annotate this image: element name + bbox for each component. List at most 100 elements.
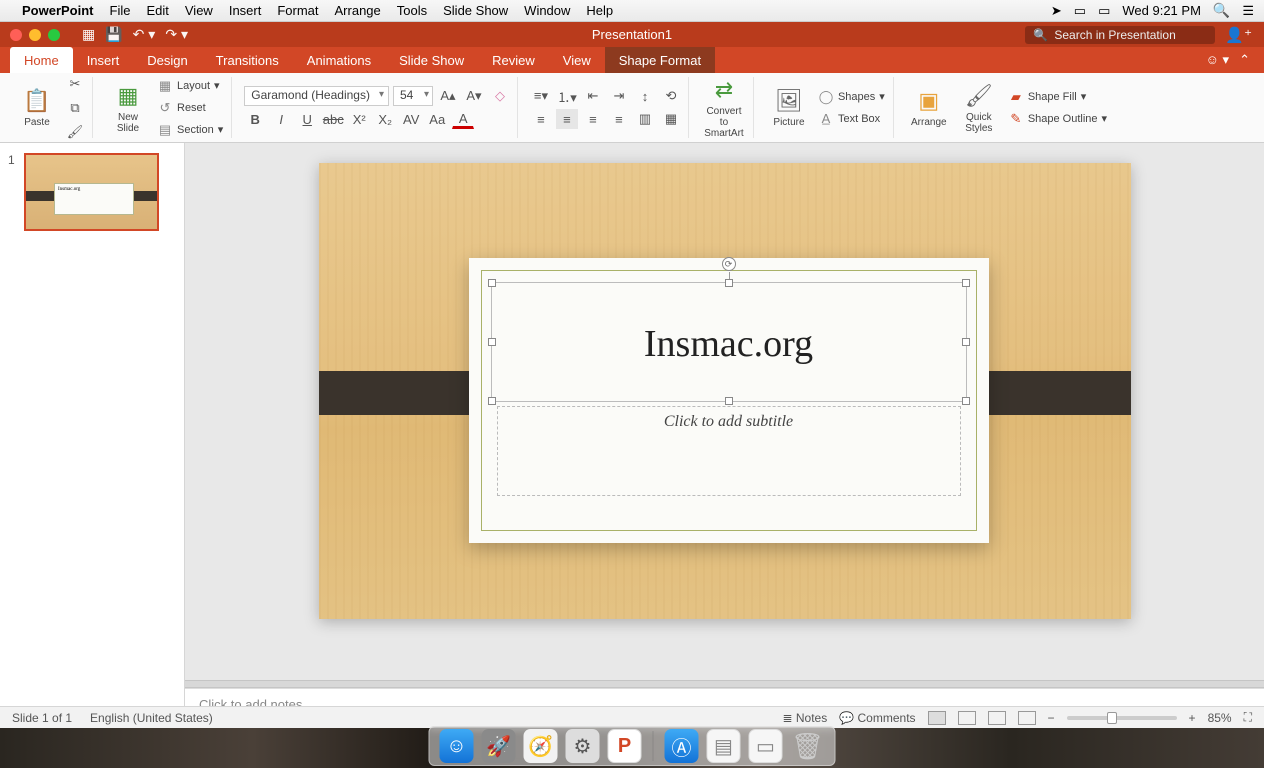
picture-button[interactable]: 🖼 Picture bbox=[766, 77, 812, 139]
qat-redo-icon[interactable]: ↷ ▾ bbox=[165, 26, 188, 43]
menu-edit[interactable]: Edit bbox=[146, 3, 168, 18]
dock-trash-icon[interactable]: 🗑 bbox=[791, 729, 825, 763]
subscript-button[interactable]: X₂ bbox=[374, 109, 396, 129]
zoom-slider[interactable] bbox=[1067, 716, 1177, 720]
language-status[interactable]: English (United States) bbox=[90, 711, 213, 725]
cursor-icon[interactable]: ➤ bbox=[1051, 3, 1062, 19]
strikethrough-button[interactable]: abc bbox=[322, 109, 344, 129]
bullets-button[interactable]: ≡▾ bbox=[530, 86, 552, 106]
resize-handle-tm[interactable] bbox=[725, 279, 733, 287]
zoom-level[interactable]: 85% bbox=[1208, 711, 1232, 725]
notification-center-icon[interactable]: ☰ bbox=[1242, 3, 1254, 19]
font-size-select[interactable]: 54 bbox=[393, 86, 433, 106]
dock-finder-icon[interactable]: ☺ bbox=[440, 729, 474, 763]
share-button[interactable]: 👤⁺ bbox=[1225, 26, 1252, 44]
menu-window[interactable]: Window bbox=[524, 3, 570, 18]
dock-launchpad-icon[interactable]: 🚀 bbox=[482, 729, 516, 763]
superscript-button[interactable]: X² bbox=[348, 109, 370, 129]
menu-insert[interactable]: Insert bbox=[229, 3, 262, 18]
decrease-indent-button[interactable]: ⇤ bbox=[582, 86, 604, 106]
clock[interactable]: Wed 9:21 PM bbox=[1122, 3, 1201, 18]
align-text-button[interactable]: ▦ bbox=[660, 109, 682, 129]
dock-settings-icon[interactable]: ⚙ bbox=[566, 729, 600, 763]
align-right-button[interactable]: ≡ bbox=[582, 109, 604, 129]
menu-file[interactable]: File bbox=[110, 3, 131, 18]
normal-view-button[interactable] bbox=[928, 711, 946, 725]
shape-outline-button[interactable]: ✎Shape Outline ▾ bbox=[1006, 110, 1109, 128]
feedback-icon[interactable]: ☺ ▾ bbox=[1206, 52, 1229, 68]
sorter-view-button[interactable] bbox=[958, 711, 976, 725]
copy-button[interactable]: ⧉ bbox=[64, 98, 86, 118]
arrange-button[interactable]: ▣ Arrange bbox=[906, 77, 952, 139]
menu-view[interactable]: View bbox=[185, 3, 213, 18]
menu-help[interactable]: Help bbox=[586, 3, 613, 18]
shapes-button[interactable]: ◯Shapes ▾ bbox=[816, 88, 887, 106]
close-window-button[interactable] bbox=[10, 29, 22, 41]
title-placeholder[interactable]: ⟳ Insmac.org bbox=[497, 288, 961, 396]
resize-handle-mr[interactable] bbox=[962, 338, 970, 346]
convert-smartart-button[interactable]: ⇄ Convert to SmartArt bbox=[701, 77, 747, 139]
font-color-button[interactable]: A bbox=[452, 109, 474, 129]
qat-view-icon[interactable]: ▦ bbox=[82, 26, 95, 43]
tab-insert[interactable]: Insert bbox=[73, 47, 134, 73]
dock-appstore-icon[interactable]: Ⓐ bbox=[665, 729, 699, 763]
tab-design[interactable]: Design bbox=[133, 47, 201, 73]
change-case-button[interactable]: Aa bbox=[426, 109, 448, 129]
align-left-button[interactable]: ≡ bbox=[530, 109, 552, 129]
font-name-select[interactable]: Garamond (Headings) bbox=[244, 86, 389, 106]
menu-arrange[interactable]: Arrange bbox=[335, 3, 381, 18]
dock-document-icon[interactable]: ▤ bbox=[707, 729, 741, 763]
layout-button[interactable]: ▦Layout ▾ bbox=[155, 77, 225, 95]
character-spacing-button[interactable]: AV bbox=[400, 109, 422, 129]
slide-thumbnail-1[interactable]: Insmac.org bbox=[24, 153, 159, 231]
slideshow-view-button[interactable] bbox=[1018, 711, 1036, 725]
comments-toggle[interactable]: 💬 Comments bbox=[839, 711, 915, 725]
qat-save-icon[interactable]: 💾 bbox=[105, 26, 122, 43]
shape-fill-button[interactable]: ▰Shape Fill ▾ bbox=[1006, 88, 1109, 106]
numbering-button[interactable]: ⒈▾ bbox=[556, 86, 578, 106]
dock-powerpoint-icon[interactable]: P bbox=[608, 729, 642, 763]
subtitle-placeholder[interactable]: Click to add subtitle bbox=[497, 406, 961, 496]
bold-button[interactable]: B bbox=[244, 109, 266, 129]
zoom-out-button[interactable]: − bbox=[1048, 711, 1055, 725]
notes-splitter[interactable] bbox=[185, 680, 1264, 688]
resize-handle-bl[interactable] bbox=[488, 397, 496, 405]
text-direction-button[interactable]: ⟲ bbox=[660, 86, 682, 106]
resize-handle-bm[interactable] bbox=[725, 397, 733, 405]
spotlight-icon[interactable]: 🔍 bbox=[1213, 2, 1230, 19]
increase-indent-button[interactable]: ⇥ bbox=[608, 86, 630, 106]
underline-button[interactable]: U bbox=[296, 109, 318, 129]
selection-frame[interactable]: ⟳ bbox=[491, 282, 967, 402]
rotate-handle[interactable]: ⟳ bbox=[722, 257, 736, 271]
resize-handle-tl[interactable] bbox=[488, 279, 496, 287]
paste-button[interactable]: 📋 Paste bbox=[14, 77, 60, 139]
tab-transitions[interactable]: Transitions bbox=[202, 47, 293, 73]
reading-view-button[interactable] bbox=[988, 711, 1006, 725]
tab-animations[interactable]: Animations bbox=[293, 47, 385, 73]
columns-button[interactable]: ▥ bbox=[634, 109, 656, 129]
resize-handle-ml[interactable] bbox=[488, 338, 496, 346]
tab-home[interactable]: Home bbox=[10, 47, 73, 73]
increase-font-button[interactable]: A▴ bbox=[437, 86, 459, 106]
tab-slideshow[interactable]: Slide Show bbox=[385, 47, 478, 73]
cut-button[interactable]: ✂ bbox=[64, 74, 86, 94]
zoom-in-button[interactable]: + bbox=[1189, 711, 1196, 725]
quick-styles-button[interactable]: 🖌 Quick Styles bbox=[956, 77, 1002, 139]
italic-button[interactable]: I bbox=[270, 109, 292, 129]
resize-handle-tr[interactable] bbox=[962, 279, 970, 287]
resize-handle-br[interactable] bbox=[962, 397, 970, 405]
slide[interactable]: ⟳ Insmac.org Click to bbox=[319, 163, 1131, 619]
dock-folder-icon[interactable]: ▭ bbox=[749, 729, 783, 763]
menu-tools[interactable]: Tools bbox=[397, 3, 427, 18]
line-spacing-button[interactable]: ↕ bbox=[634, 86, 656, 106]
decrease-font-button[interactable]: A▾ bbox=[463, 86, 485, 106]
fit-to-window-button[interactable]: ⛶ bbox=[1244, 710, 1252, 725]
collapse-ribbon-icon[interactable]: ⌃ bbox=[1239, 52, 1250, 68]
zoom-window-button[interactable] bbox=[48, 29, 60, 41]
reset-button[interactable]: ↺Reset bbox=[155, 99, 225, 117]
new-slide-button[interactable]: ▦ New Slide bbox=[105, 77, 151, 139]
format-painter-button[interactable]: 🖌 bbox=[64, 122, 86, 142]
tab-review[interactable]: Review bbox=[478, 47, 549, 73]
textbox-button[interactable]: A̲Text Box bbox=[816, 110, 887, 128]
search-presentation-input[interactable]: 🔍 Search in Presentation bbox=[1025, 26, 1215, 44]
